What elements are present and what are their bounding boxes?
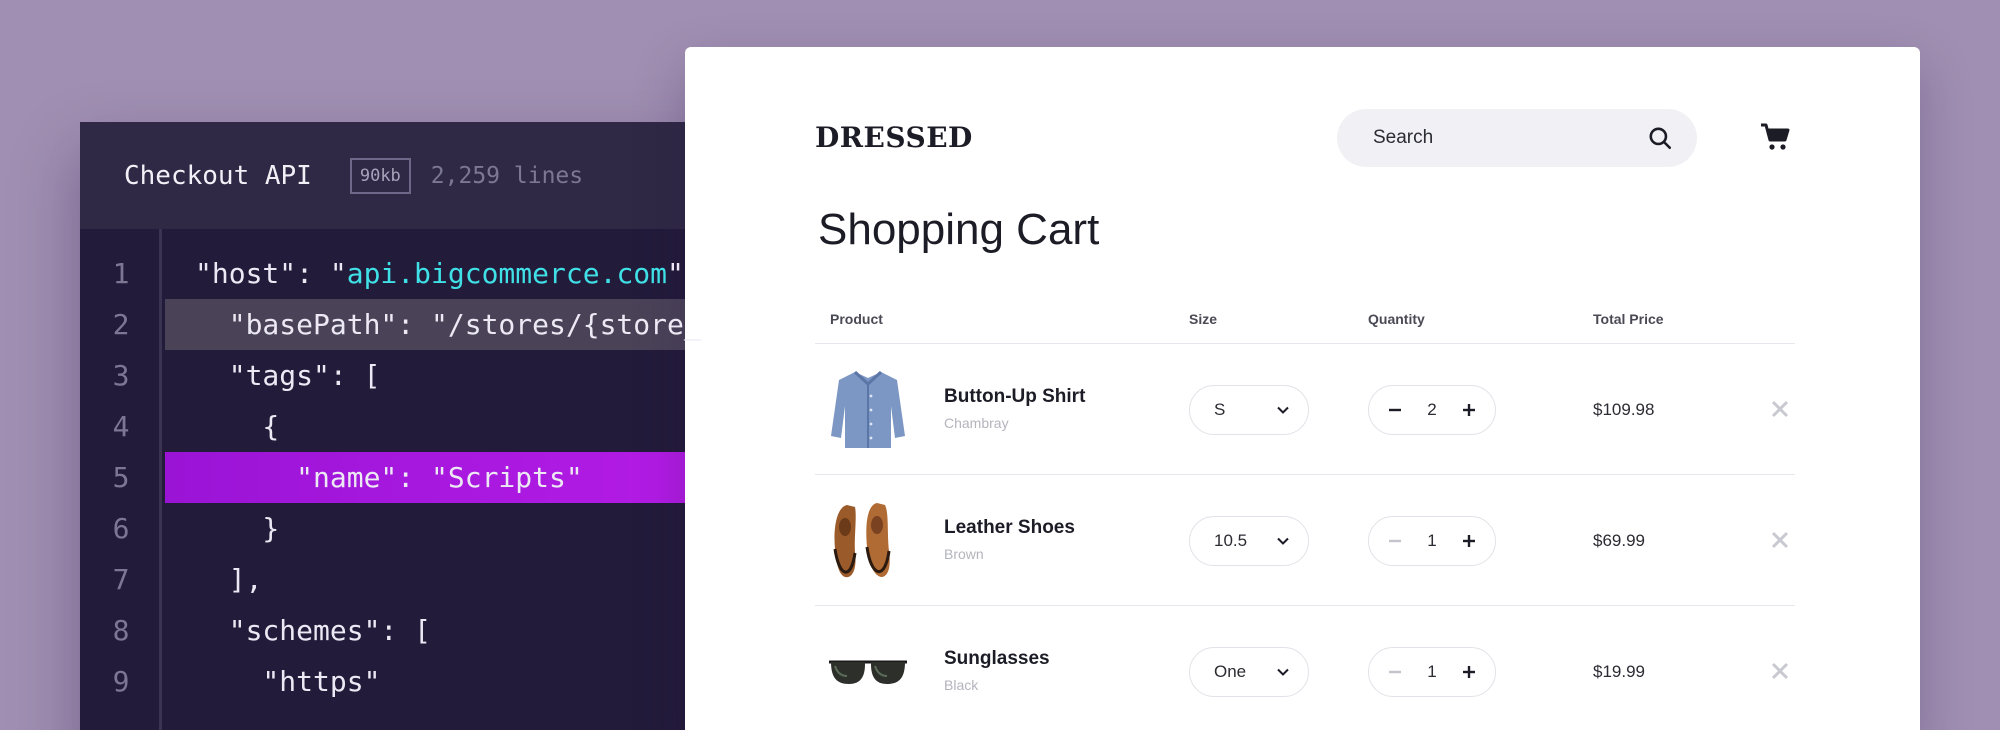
chevron-down-icon (1277, 668, 1289, 676)
shopping-cart-panel: DRESSED Search Shopping Cart Product Siz… (685, 47, 1920, 730)
total-price: $19.99 (1593, 662, 1645, 681)
minus-icon[interactable] (1387, 533, 1403, 549)
code-line[interactable]: 1 "host": "api.bigcommerce.com" (80, 248, 780, 299)
product-variant: Brown (944, 546, 984, 562)
plus-icon[interactable] (1461, 402, 1477, 418)
cart-row: Leather Shoes Brown 10.5 1 $69.99 (815, 475, 1795, 606)
code-line[interactable]: 8 "schemes": [ (80, 605, 780, 656)
quantity-value: 1 (1427, 662, 1437, 681)
code-line[interactable]: 6 } (80, 503, 780, 554)
total-price: $69.99 (1593, 531, 1645, 550)
plus-icon[interactable] (1461, 664, 1477, 680)
editor-header: Checkout API 90kb 2,259 lines (80, 122, 780, 229)
product-name[interactable]: Sunglasses (944, 648, 1050, 670)
size-value: 10.5 (1214, 531, 1248, 550)
code-text: "host": "api.bigcommerce.com" (195, 257, 684, 290)
product-name[interactable]: Button-Up Shirt (944, 386, 1085, 408)
chevron-down-icon (1277, 537, 1289, 545)
cart-icon[interactable] (1759, 121, 1791, 153)
line-number: 5 (112, 461, 130, 494)
close-icon[interactable] (1771, 400, 1789, 418)
code-text: ], (195, 563, 263, 596)
search-placeholder: Search (1373, 127, 1434, 148)
column-header-size: Size (1189, 311, 1218, 327)
quantity-stepper[interactable]: 1 (1368, 647, 1496, 697)
quantity-stepper[interactable]: 1 (1368, 516, 1496, 566)
quantity-stepper[interactable]: 2 (1368, 385, 1496, 435)
code-line-highlighted[interactable]: 2 "basePath": "/stores/{store_ (80, 299, 780, 350)
shirt-image (831, 370, 905, 448)
line-number: 7 (112, 563, 130, 596)
product-variant: Black (944, 677, 979, 693)
code-line[interactable]: 4 { (80, 401, 780, 452)
editor-title: Checkout API (124, 160, 312, 191)
shoes-image (833, 503, 891, 578)
code-line[interactable]: 3 "tags": [ (80, 350, 780, 401)
quantity-value: 1 (1427, 531, 1437, 550)
code-text: "basePath": "/stores/{store_ (195, 308, 701, 341)
page-title: Shopping Cart (818, 205, 1100, 254)
plus-icon[interactable] (1461, 533, 1477, 549)
product-name[interactable]: Leather Shoes (944, 517, 1075, 539)
column-header-total: Total Price (1593, 311, 1664, 327)
size-select[interactable]: S (1189, 385, 1309, 435)
code-line-selected[interactable]: 5 "name": "Scripts" (80, 452, 780, 503)
size-select[interactable]: 10.5 (1189, 516, 1309, 566)
chevron-down-icon (1277, 406, 1289, 414)
size-value: One (1214, 662, 1247, 681)
brand-logo[interactable]: DRESSED (815, 121, 973, 154)
minus-icon[interactable] (1387, 664, 1403, 680)
line-number: 9 (112, 665, 130, 698)
code-text: "tags": [ (195, 359, 381, 392)
column-header-quantity: Quantity (1368, 311, 1425, 327)
line-number: 6 (112, 512, 130, 545)
code-text: } (195, 512, 280, 545)
search-input[interactable]: Search (1337, 109, 1697, 167)
line-number: 3 (112, 359, 130, 392)
size-select[interactable]: One (1189, 647, 1309, 697)
code-text: "name": "Scripts" (195, 461, 583, 494)
column-header-product: Product (830, 311, 883, 327)
sunglasses-image (829, 660, 907, 684)
minus-icon[interactable] (1387, 402, 1403, 418)
close-icon[interactable] (1771, 531, 1789, 549)
cart-row: Sunglasses Black One 1 $19.99 (815, 606, 1795, 730)
quantity-value: 2 (1427, 400, 1437, 419)
code-text: "https" (195, 665, 381, 698)
code-line[interactable]: 7 ], (80, 554, 780, 605)
search-icon[interactable] (1647, 125, 1673, 151)
product-variant: Chambray (944, 415, 1009, 431)
code-text: "schemes": [ (195, 614, 432, 647)
line-count: 2,259 lines (430, 162, 584, 189)
cart-table-header: Product Size Quantity Total Price (815, 311, 1795, 344)
cart-row: Button-Up Shirt Chambray S 2 $109.98 (815, 344, 1795, 475)
code-area[interactable]: 1 "host": "api.bigcommerce.com" 2 "baseP… (80, 229, 780, 730)
total-price: $109.98 (1593, 400, 1655, 419)
code-text: { (195, 410, 280, 443)
file-size-badge: 90kb (349, 157, 411, 194)
host-value: api.bigcommerce.com (346, 257, 668, 290)
line-number: 4 (112, 410, 130, 443)
line-number: 1 (112, 257, 130, 290)
line-number: 2 (112, 308, 130, 341)
code-editor-window: Checkout API 90kb 2,259 lines 1 "host": … (80, 122, 780, 730)
line-number: 8 (112, 614, 130, 647)
size-value: S (1214, 400, 1226, 419)
code-line[interactable]: 9 "https" (80, 656, 780, 707)
close-icon[interactable] (1771, 662, 1789, 680)
